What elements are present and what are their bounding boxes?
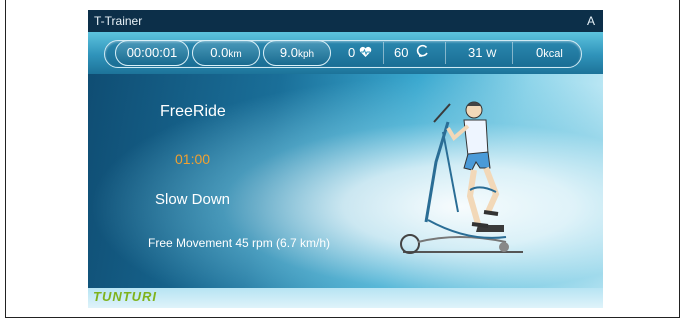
speed-unit: kph [297, 49, 315, 60]
countdown-timer: 01:00 [175, 151, 211, 167]
divider [383, 42, 384, 64]
power-display: 31 W [468, 40, 496, 66]
heart-rate-display: 0 [348, 40, 372, 66]
footer-bar: TUNTURI [88, 288, 603, 308]
tunturi-logo: TUNTURI [93, 289, 158, 304]
power-unit: W [486, 48, 497, 60]
app-title: T-Trainer [94, 14, 143, 28]
workout-status: Slow Down [155, 191, 231, 208]
trainer-screen: T-Trainer A 00:00:01 0.0km 9.0kph 0 60 3… [88, 10, 603, 308]
title-badge: A [586, 14, 595, 28]
distance-value: 0.0 [210, 45, 229, 60]
speed-value: 9.0 [279, 45, 298, 60]
time-display: 00:00:01 [115, 40, 189, 66]
stats-bar: 00:00:01 0.0km 9.0kph 0 60 31 W 0kcal [88, 32, 603, 74]
distance-display: 0.0km [192, 40, 260, 66]
cadence-icon [416, 41, 430, 67]
heart-rate-value: 0 [348, 45, 356, 60]
cross-trainer-illustration [400, 101, 523, 254]
distance-unit: km [228, 49, 242, 60]
title-bar: T-Trainer A [88, 10, 603, 32]
power-value: 31 [468, 45, 483, 60]
divider [445, 42, 446, 64]
workout-panel: FreeRide 01:00 Slow Down Free Movement 4… [88, 74, 603, 288]
energy-unit: kcal [543, 48, 563, 60]
divider [512, 42, 513, 64]
time-value: 00:00:01 [126, 45, 178, 60]
workout-name: FreeRide [160, 103, 226, 120]
speed-display: 9.0kph [263, 40, 331, 66]
energy-display: 0kcal [536, 40, 563, 66]
heart-icon [359, 41, 372, 67]
cadence-value: 60 [394, 45, 409, 60]
workout-instruction: Free Movement 45 rpm (6.7 km/h) [148, 236, 331, 250]
cadence-display: 60 [394, 40, 430, 66]
